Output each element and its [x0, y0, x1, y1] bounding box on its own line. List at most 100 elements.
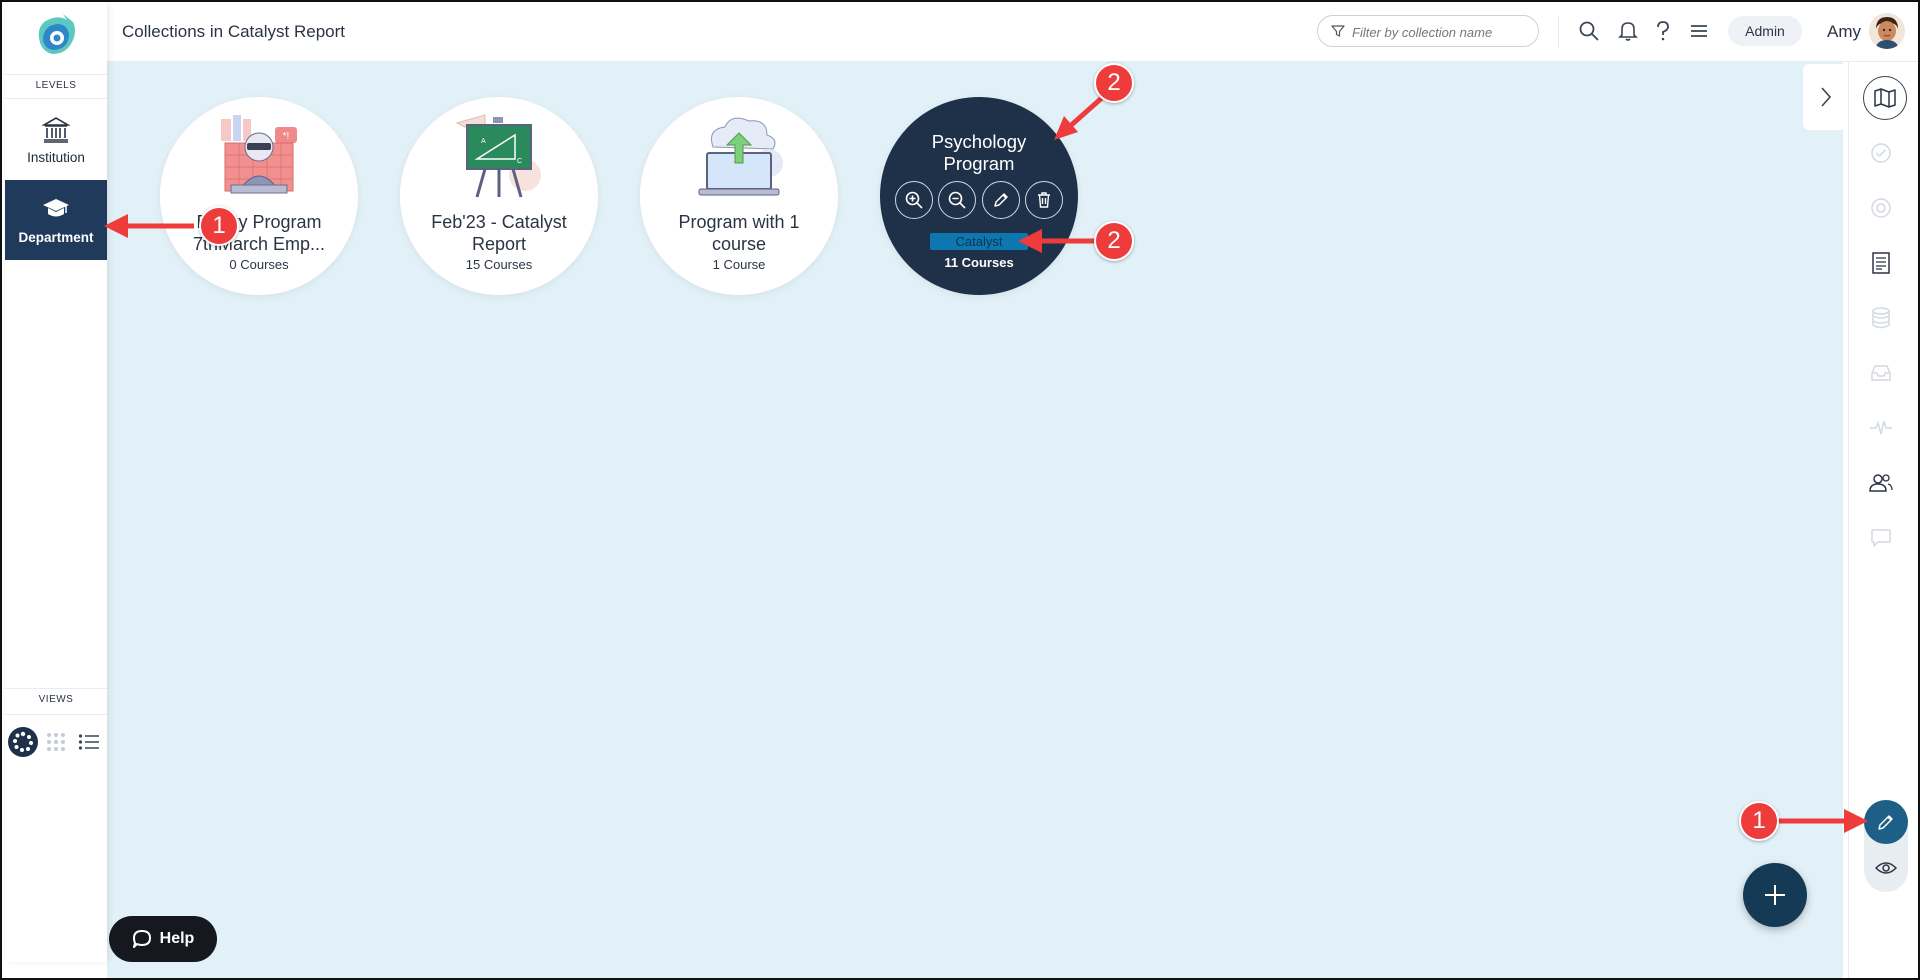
left-sidebar: LEVELS Institution Department VIEWS — [5, 2, 107, 962]
collection-course-count: 15 Courses — [465, 257, 533, 272]
levels-section-label: LEVELS — [35, 80, 77, 91]
filter-input[interactable] — [1352, 22, 1532, 42]
level-label: Institution — [27, 150, 85, 165]
collection-card[interactable]: A C Feb'23 - Catalyst Report 15 Courses — [400, 97, 598, 295]
header-divider — [1558, 16, 1559, 48]
app-logo-icon — [38, 14, 75, 54]
bell-icon — [1618, 22, 1638, 41]
list-view-icon — [78, 734, 99, 750]
delete-collection-button[interactable] — [1025, 181, 1063, 219]
collections-canvas: *! Empty Program 7thMarch Emp... 0 Cours… — [107, 62, 1843, 978]
database-icon — [1872, 307, 1890, 329]
hacker-illustration-icon: *! — [221, 115, 297, 194]
grid-view-button[interactable] — [40, 726, 72, 758]
notifications-button[interactable] — [1615, 18, 1641, 44]
comment-icon — [1871, 529, 1891, 547]
zoom-in-button[interactable] — [895, 181, 933, 219]
view-switcher — [5, 724, 107, 760]
catalyst-tag: Catalyst — [930, 233, 1028, 250]
add-collection-button[interactable] — [1743, 863, 1807, 927]
document-icon — [1872, 252, 1890, 274]
institution-icon — [42, 117, 70, 143]
page-title: Collections in Catalyst Report — [122, 22, 345, 41]
annotation-badge: 2 — [1094, 221, 1134, 261]
comments-tool-button[interactable] — [1866, 523, 1896, 553]
check-tool-button[interactable] — [1866, 138, 1896, 168]
zoom-in-icon — [905, 191, 923, 209]
activity-tool-button[interactable] — [1866, 413, 1896, 443]
graduation-cap-icon — [43, 199, 69, 217]
circle-view-icon — [8, 727, 38, 757]
collection-card[interactable]: Program with 1 course 1 Course — [640, 97, 838, 295]
collection-card-selected[interactable]: Psychology Program Catalyst 11 Courses — [880, 97, 1078, 295]
users-icon — [1869, 474, 1893, 492]
sidebar-divider — [5, 74, 107, 75]
svg-text:C: C — [517, 158, 522, 165]
hamburger-menu-icon — [1691, 25, 1707, 37]
sidebar-divider — [5, 98, 107, 99]
question-mark-icon — [1657, 21, 1669, 41]
user-name[interactable]: Amy — [1827, 22, 1861, 42]
cloud-upload-illustration-icon — [698, 117, 783, 196]
filter-icon — [1331, 25, 1345, 37]
expand-panel-button[interactable] — [1803, 64, 1849, 130]
users-tool-button[interactable] — [1866, 468, 1896, 498]
help-label: Help — [159, 930, 195, 947]
help-question-button[interactable] — [1650, 18, 1676, 44]
pencil-icon — [994, 193, 1008, 207]
help-button[interactable]: Help — [109, 916, 217, 962]
plus-icon — [1765, 885, 1785, 905]
collection-actions — [895, 181, 1063, 221]
views-section-label: VIEWS — [38, 694, 74, 705]
sidebar-divider — [5, 688, 107, 689]
map-button[interactable] — [1863, 76, 1907, 120]
trash-icon — [1038, 192, 1050, 208]
view-mode-button[interactable] — [1870, 852, 1902, 884]
target-icon — [1871, 198, 1891, 218]
chevron-right-icon — [1821, 87, 1832, 107]
menu-button[interactable] — [1686, 18, 1712, 44]
pulse-icon — [1870, 420, 1892, 435]
level-item-department[interactable]: Department — [5, 180, 107, 260]
avatar-icon — [1869, 13, 1905, 49]
annotation-badge: 2 — [1094, 63, 1134, 103]
collection-card[interactable]: *! Empty Program 7thMarch Emp... 0 Cours… — [160, 97, 358, 295]
level-item-institution[interactable]: Institution — [5, 102, 107, 182]
collection-course-count: 1 Course — [712, 257, 766, 272]
inbox-icon — [1871, 365, 1891, 381]
grid-view-icon — [47, 733, 65, 751]
zoom-out-button[interactable] — [938, 181, 976, 219]
edit-collection-button[interactable] — [982, 181, 1020, 219]
storage-tool-button[interactable] — [1866, 358, 1896, 388]
annotation-badge: 1 — [199, 206, 239, 246]
report-tool-button[interactable] — [1866, 248, 1896, 278]
collection-course-count: 11 Courses — [944, 255, 1014, 270]
check-circle-icon — [1871, 143, 1891, 163]
search-icon — [1579, 21, 1599, 41]
annotation-badge: 1 — [1739, 801, 1779, 841]
top-header: Collections in Catalyst Report Admin Amy — [107, 2, 1918, 62]
target-tool-button[interactable] — [1866, 193, 1896, 223]
collection-course-count: 0 Courses — [229, 257, 289, 272]
pencil-icon — [1878, 815, 1893, 830]
filter-box — [1317, 15, 1539, 47]
sidebar-divider — [5, 714, 107, 715]
svg-text:*!: *! — [283, 131, 290, 142]
circle-view-button[interactable] — [7, 726, 39, 758]
database-tool-button[interactable] — [1866, 303, 1896, 333]
collection-name: Feb'23 - Catalyst Report — [431, 212, 567, 254]
search-button[interactable] — [1576, 18, 1602, 44]
chalkboard-illustration-icon: A C — [455, 114, 541, 198]
map-icon — [1874, 88, 1896, 108]
list-view-button[interactable] — [73, 726, 105, 758]
role-switch-button[interactable]: Admin — [1728, 16, 1802, 46]
user-avatar[interactable] — [1869, 13, 1905, 49]
level-label: Department — [18, 230, 94, 245]
collection-name: Psychology Program — [931, 131, 1027, 174]
collection-name: Program with 1 course — [678, 212, 800, 254]
svg-text:A: A — [481, 138, 486, 145]
chat-bubble-icon — [132, 930, 151, 948]
eye-icon — [1875, 862, 1897, 874]
edit-mode-button[interactable] — [1864, 800, 1908, 844]
zoom-out-icon — [948, 191, 966, 209]
